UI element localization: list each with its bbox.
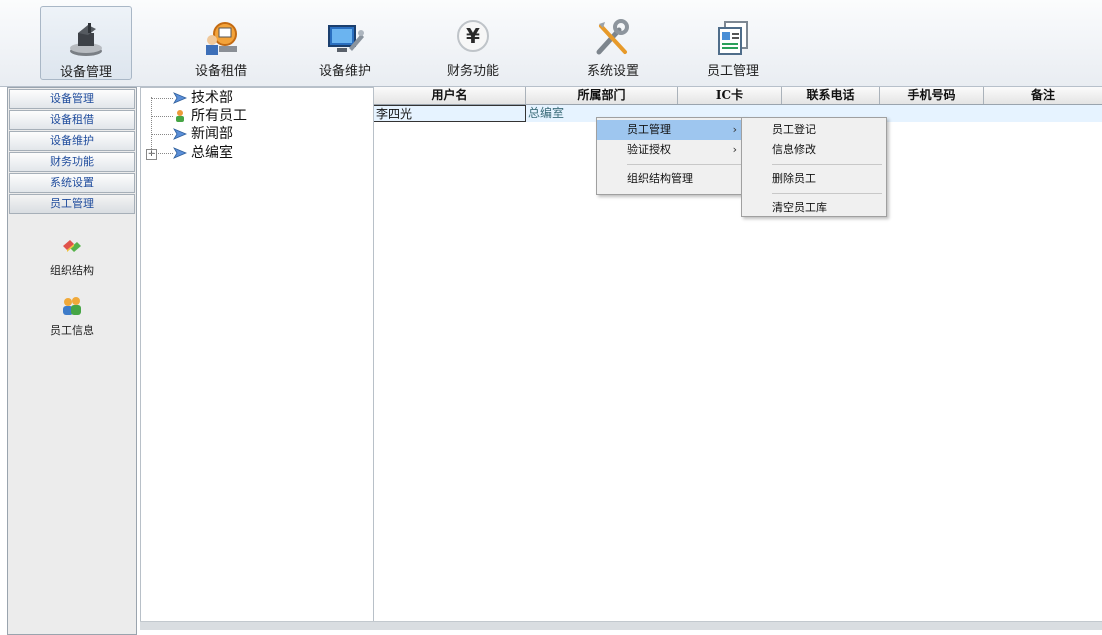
device-rental-icon	[206, 22, 237, 55]
menu-separator	[627, 164, 741, 165]
menu-item-label: 验证授权	[627, 143, 671, 156]
menu-item-label: 组织结构管理	[627, 172, 693, 185]
toolbar-label: 系统设置	[586, 64, 639, 79]
nav-org-structure[interactable]: 组织结构	[8, 234, 136, 278]
staff-info-icon	[63, 297, 81, 315]
nav-staff-management[interactable]: 员工管理	[9, 194, 135, 214]
submenu-item-delete[interactable]: 删除员工	[742, 169, 886, 189]
folder-arrow-icon	[173, 128, 187, 140]
toolbar-label: 设备租借	[194, 64, 247, 79]
staff-submenu: 员工登记 信息修改 删除员工 清空员工库	[741, 117, 887, 217]
folder-arrow-icon	[173, 92, 187, 104]
device-maintenance-icon	[328, 25, 364, 52]
svg-text:¥: ¥	[466, 24, 480, 48]
device-management-icon	[70, 23, 102, 56]
main-toolbar: 设备管理 设备租借 设备维护 ¥ 财务功能 系统设置 员工管理	[0, 0, 1102, 87]
tree-node-label: 所有员工	[191, 108, 247, 124]
context-menu: 员工管理 › 验证授权 › 组织结构管理	[596, 117, 746, 195]
org-structure-icon	[63, 240, 81, 252]
menu-separator	[772, 164, 882, 165]
submenu-item-edit-info[interactable]: 信息修改	[742, 140, 886, 160]
toolbar-device-maintenance[interactable]: 设备维护	[300, 0, 390, 86]
tree-node-news[interactable]: 新闻部	[151, 126, 233, 142]
submenu-arrow-icon: ›	[732, 143, 737, 156]
left-navigation: 设备管理 设备租借 设备维护 财务功能 系统设置 员工管理 组织结构 员工信息	[7, 87, 137, 635]
column-header-department[interactable]: 所属部门	[526, 87, 678, 104]
menu-separator	[772, 193, 882, 194]
submenu-item-clear-all[interactable]: 清空员工库	[742, 198, 886, 218]
column-header-ic-card[interactable]: IC卡	[678, 87, 782, 104]
submenu-item-register[interactable]: 员工登记	[742, 120, 886, 140]
nav-staff-info-label: 员工信息	[50, 324, 94, 337]
nav-system-settings[interactable]: 系统设置	[9, 173, 135, 193]
tree-node-label: 技术部	[191, 90, 233, 106]
toolbar-system-settings[interactable]: 系统设置	[568, 0, 658, 86]
column-header-remark[interactable]: 备注	[984, 87, 1102, 104]
menu-item-verify-authorize[interactable]: 验证授权 ›	[597, 140, 745, 160]
nav-org-structure-label: 组织结构	[50, 264, 94, 277]
user-group-icon	[176, 110, 184, 122]
nav-staff-info[interactable]: 员工信息	[8, 294, 136, 338]
cell-username[interactable]: 李四光	[374, 105, 526, 122]
nav-device-maintenance[interactable]: 设备维护	[9, 131, 135, 151]
column-header-mobile[interactable]: 手机号码	[880, 87, 984, 104]
toolbar-device-rental[interactable]: 设备租借	[176, 0, 266, 86]
menu-item-org-management[interactable]: 组织结构管理	[597, 169, 745, 189]
toolbar-label: 设备管理	[59, 65, 112, 80]
tree-node-tech[interactable]: 技术部	[151, 90, 233, 106]
nav-device-management[interactable]: 设备管理	[9, 89, 135, 109]
toolbar-finance[interactable]: ¥ 财务功能	[428, 0, 518, 86]
menu-item-staff-management[interactable]: 员工管理 ›	[597, 120, 745, 140]
tree-node-label: 总编室	[191, 145, 233, 161]
staff-management-icon	[718, 21, 748, 55]
tree-node-label: 新闻部	[191, 126, 233, 142]
cell-mobile[interactable]	[880, 105, 984, 122]
folder-arrow-icon	[173, 147, 187, 159]
grid-header: 用户名 所属部门 IC卡 联系电话 手机号码 备注	[374, 87, 1102, 105]
nav-device-rental[interactable]: 设备租借	[9, 110, 135, 130]
nav-finance[interactable]: 财务功能	[9, 152, 135, 172]
tree-node-all-staff[interactable]: 所有员工	[151, 108, 247, 124]
cell-remark[interactable]	[984, 105, 1102, 122]
toolbar-label: 设备维护	[318, 64, 371, 79]
tree-node-editorial[interactable]: 总编室	[151, 145, 233, 161]
submenu-arrow-icon: ›	[732, 123, 737, 136]
horizontal-scrollbar[interactable]	[140, 621, 1102, 630]
column-header-phone[interactable]: 联系电话	[782, 87, 880, 104]
column-header-username[interactable]: 用户名	[374, 87, 526, 104]
toolbar-label: 财务功能	[446, 64, 499, 79]
toolbar-label: 员工管理	[706, 64, 759, 79]
menu-item-label: 员工管理	[627, 123, 671, 136]
toolbar-device-management[interactable]: 设备管理	[40, 6, 132, 80]
finance-icon: ¥	[457, 20, 489, 52]
system-settings-icon	[596, 19, 629, 55]
toolbar-staff-management[interactable]: 员工管理	[688, 0, 778, 86]
department-tree: 技术部 所有员工 新闻部 + 总编室	[140, 87, 374, 629]
